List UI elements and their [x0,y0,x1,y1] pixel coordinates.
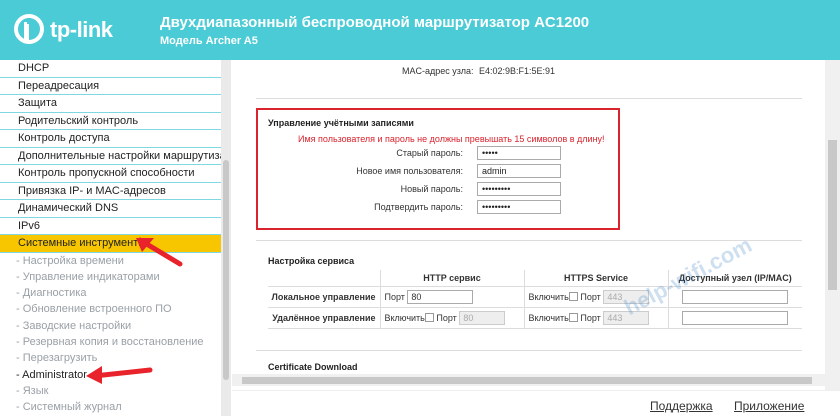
main-horizontal-scrollbar[interactable] [232,374,825,386]
service-header-http: HTTP сервис [379,270,524,287]
confirm-password-field[interactable]: ••••••••• [477,200,561,214]
port-label: Порт [436,312,457,323]
sidebar-sub-led-control[interactable]: - Управление индикаторами [0,269,221,285]
tp-link-logo-icon [14,14,44,44]
account-title: Управление учётными записями [268,118,414,128]
main-vscroll-thumb[interactable] [828,140,837,290]
account-management-section: Управление учётными записями Имя пользов… [256,108,620,230]
sidebar-item-security[interactable]: Защита [0,95,221,113]
sidebar-sub-diagnostics[interactable]: - Диагностика [0,285,221,301]
sidebar-item-bandwidth-control[interactable]: Контроль пропускной способности [0,165,221,183]
sidebar-item-parental-control[interactable]: Родительский контроль [0,113,221,130]
sidebar-sub-firmware-upgrade[interactable]: - Обновление встроенного ПО [0,301,221,317]
sidebar-item-forwarding[interactable]: Переадресация [0,78,221,95]
remote-https-enable-checkbox[interactable] [568,313,578,322]
sidebar-sub-time-settings[interactable]: - Настройка времени [0,253,221,269]
remote-host-input[interactable] [682,310,789,325]
sidebar-item-dhcp[interactable]: DHCP [0,60,221,78]
new-password-field[interactable]: ••••••••• [477,182,561,196]
page-title: Двухдиапазонный беспроводной маршрутизат… [160,14,590,31]
mac-label: MAC-адрес узла: [402,66,474,76]
mac-value: E4:02:9B:F1:5E:91 [479,66,556,76]
sidebar-sub-language[interactable]: - Язык [0,383,221,399]
local-http-port-input[interactable]: 80 [407,289,474,304]
sidebar-item-advanced-routing[interactable]: Дополнительные настройки маршрутизации [0,148,221,165]
divider [256,350,802,351]
logo-text: tp-link [50,17,113,42]
old-password-label: Старый пароль: [396,148,463,158]
sidebar: DHCP Переадресация Защита Родительский к… [0,60,221,416]
sidebar-sub-backup-restore[interactable]: - Резервная копия и восстановление [0,334,221,350]
local-https-enable-checkbox[interactable] [568,292,578,301]
enable-label: Включить [528,312,569,323]
remote-http-port-input[interactable]: 80 [459,310,506,325]
port-label: Порт [384,291,405,302]
old-password-field[interactable]: ••••• [477,146,561,160]
confirm-password-label: Подтвердить пароль: [374,202,463,212]
sidebar-sub-reboot[interactable]: - Перезагрузить [0,350,221,366]
sidebar-item-ip-mac-binding[interactable]: Привязка IP- и MAC-адресов [0,183,221,200]
sidebar-item-system-tools[interactable]: Системные инструменты [0,235,221,253]
app-link[interactable]: Приложение [734,399,804,413]
sidebar-item-access-control[interactable]: Контроль доступа [0,130,221,148]
sidebar-scroll-thumb[interactable] [223,160,229,380]
new-username-label: Новое имя пользователя: [356,166,463,176]
service-title: Настройка сервиса [268,256,355,266]
port-label: Порт [580,291,601,302]
new-username-field[interactable]: admin [477,164,561,178]
service-table: HTTP сервис HTTPS Service Доступный узел… [268,270,802,329]
main-hscroll-thumb[interactable] [242,377,812,384]
local-management-label: Локальное управление [268,286,380,308]
support-link[interactable]: Поддержка [650,399,713,413]
sidebar-scrollbar[interactable] [221,60,231,416]
sidebar-sub-factory-defaults[interactable]: - Заводские настройки [0,318,221,334]
header: tp-link Двухдиапазонный беспроводной мар… [0,0,840,60]
footer: Поддержка Приложение [232,390,840,416]
service-header-empty [268,270,380,287]
divider [256,240,802,241]
sidebar-item-ipv6[interactable]: IPv6 [0,218,221,235]
divider [256,98,802,99]
enable-label: Включить [384,312,425,323]
port-label: Порт [580,312,601,323]
sidebar-item-dynamic-dns[interactable]: Динамический DNS [0,200,221,218]
new-password-label: Новый пароль: [400,184,463,194]
sidebar-sub-administrator[interactable]: - Administrator [0,367,221,383]
main-content: MAC-адрес узла: E4:02:9B:F1:5E:91 Управл… [232,60,825,374]
certificate-download-title: Certificate Download [268,362,358,372]
remote-management-label: Удалённое управление [268,307,380,329]
local-host-input[interactable] [682,289,789,304]
remote-http-enable-checkbox[interactable] [424,313,434,322]
model-label: Модель Archer A5 [160,35,258,47]
account-warning: Имя пользователя и пароль не должны прев… [298,134,605,144]
main-vertical-scrollbar[interactable] [825,60,840,390]
enable-label: Включить [528,291,569,302]
sidebar-sub-system-log[interactable]: - Системный журнал [0,399,221,415]
